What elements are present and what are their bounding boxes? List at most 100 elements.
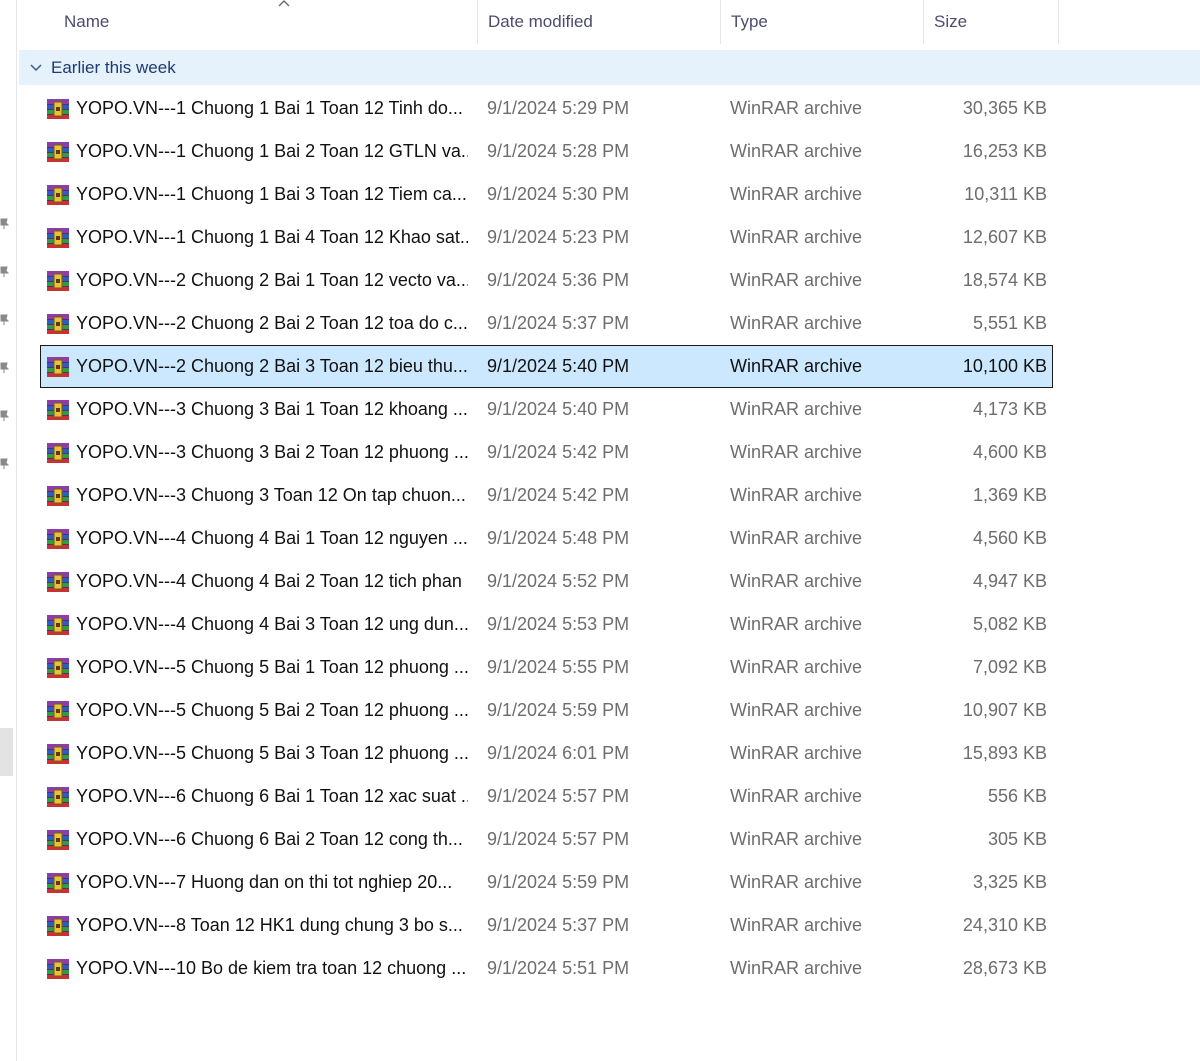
navigation-pane-edge: [0, 0, 17, 1061]
winrar-archive-icon: [46, 141, 70, 163]
winrar-archive-icon: [46, 915, 70, 937]
winrar-archive-icon: [46, 356, 70, 378]
file-type: WinRAR archive: [730, 829, 863, 849]
file-date-modified: 9/1/2024 5:36 PM: [487, 270, 630, 290]
file-size: 4,947 KB: [972, 571, 1047, 591]
group-header-earlier-this-week[interactable]: Earlier this week: [19, 50, 1200, 85]
file-date-modified: 9/1/2024 5:52 PM: [487, 571, 630, 591]
file-row[interactable]: YOPO.VN---3 Chuong 3 Bai 1 Toan 12 khoan…: [40, 388, 1053, 431]
file-type: WinRAR archive: [730, 958, 863, 978]
file-name: YOPO.VN---4 Chuong 4 Bai 2 Toan 12 tich …: [76, 571, 462, 591]
winrar-archive-icon: [46, 270, 70, 292]
file-name: YOPO.VN---3 Chuong 3 Bai 1 Toan 12 khoan…: [76, 399, 468, 419]
pin-icon[interactable]: [0, 409, 9, 421]
file-date-modified: 9/1/2024 5:28 PM: [487, 141, 630, 161]
file-name: YOPO.VN---5 Chuong 5 Bai 1 Toan 12 phuon…: [76, 657, 468, 677]
winrar-archive-icon: [46, 98, 70, 120]
file-row[interactable]: YOPO.VN---1 Chuong 1 Bai 3 Toan 12 Tiem …: [40, 173, 1053, 216]
file-type: WinRAR archive: [730, 313, 863, 333]
file-date-modified: 9/1/2024 5:51 PM: [487, 958, 630, 978]
file-size: 28,673 KB: [962, 958, 1047, 978]
file-row[interactable]: YOPO.VN---8 Toan 12 HK1 dung chung 3 bo …: [40, 904, 1053, 947]
file-size: 30,365 KB: [962, 98, 1047, 118]
file-date-modified: 9/1/2024 5:55 PM: [487, 657, 630, 677]
file-row[interactable]: YOPO.VN---1 Chuong 1 Bai 2 Toan 12 GTLN …: [40, 130, 1053, 173]
file-date-modified: 9/1/2024 5:40 PM: [487, 356, 630, 376]
file-row[interactable]: YOPO.VN---4 Chuong 4 Bai 2 Toan 12 tich …: [40, 560, 1053, 603]
file-type: WinRAR archive: [730, 915, 863, 935]
column-header-size[interactable]: Size: [924, 0, 1059, 44]
file-row[interactable]: YOPO.VN---1 Chuong 1 Bai 4 Toan 12 Khao …: [40, 216, 1053, 259]
file-date-modified: 9/1/2024 5:42 PM: [487, 442, 630, 462]
file-row[interactable]: YOPO.VN---2 Chuong 2 Bai 3 Toan 12 bieu …: [40, 345, 1053, 388]
file-row[interactable]: YOPO.VN---6 Chuong 6 Bai 2 Toan 12 cong …: [40, 818, 1053, 861]
file-name: YOPO.VN---4 Chuong 4 Bai 1 Toan 12 nguye…: [76, 528, 468, 548]
file-name: YOPO.VN---3 Chuong 3 Bai 2 Toan 12 phuon…: [76, 442, 468, 462]
file-row[interactable]: YOPO.VN---4 Chuong 4 Bai 1 Toan 12 nguye…: [40, 517, 1053, 560]
file-type: WinRAR archive: [730, 442, 863, 462]
file-size: 16,253 KB: [962, 141, 1047, 161]
file-row[interactable]: YOPO.VN---4 Chuong 4 Bai 3 Toan 12 ung d…: [40, 603, 1053, 646]
file-name: YOPO.VN---6 Chuong 6 Bai 2 Toan 12 cong …: [76, 829, 463, 849]
winrar-archive-icon: [46, 399, 70, 421]
file-size: 10,311 KB: [964, 184, 1047, 204]
file-row[interactable]: YOPO.VN---10 Bo de kiem tra toan 12 chuo…: [40, 947, 1053, 990]
file-type: WinRAR archive: [730, 657, 863, 677]
winrar-archive-icon: [46, 227, 70, 249]
file-row[interactable]: YOPO.VN---7 Huong dan on thi tot nghiep …: [40, 861, 1053, 904]
file-size: 4,173 KB: [972, 399, 1047, 419]
file-size: 12,607 KB: [962, 227, 1047, 247]
navigation-scrollbar-thumb[interactable]: [0, 728, 13, 776]
file-row[interactable]: YOPO.VN---5 Chuong 5 Bai 1 Toan 12 phuon…: [40, 646, 1053, 689]
file-name: YOPO.VN---5 Chuong 5 Bai 3 Toan 12 phuon…: [76, 743, 468, 763]
file-date-modified: 9/1/2024 5:23 PM: [487, 227, 630, 247]
file-row[interactable]: YOPO.VN---3 Chuong 3 Bai 2 Toan 12 phuon…: [40, 431, 1053, 474]
file-size: 7,092 KB: [972, 657, 1047, 677]
file-date-modified: 9/1/2024 6:01 PM: [487, 743, 630, 763]
file-size: 15,893 KB: [962, 743, 1047, 763]
pin-icon[interactable]: [0, 313, 9, 325]
winrar-archive-icon: [46, 313, 70, 335]
file-date-modified: 9/1/2024 5:53 PM: [487, 614, 630, 634]
winrar-archive-icon: [46, 958, 70, 980]
file-row[interactable]: YOPO.VN---2 Chuong 2 Bai 2 Toan 12 toa d…: [40, 302, 1053, 345]
file-row[interactable]: YOPO.VN---5 Chuong 5 Bai 2 Toan 12 phuon…: [40, 689, 1053, 732]
file-row[interactable]: YOPO.VN---2 Chuong 2 Bai 1 Toan 12 vecto…: [40, 259, 1053, 302]
file-type: WinRAR archive: [730, 227, 863, 247]
pin-icon[interactable]: [0, 265, 9, 277]
file-name: YOPO.VN---7 Huong dan on thi tot nghiep …: [76, 872, 453, 892]
file-row[interactable]: YOPO.VN---6 Chuong 6 Bai 1 Toan 12 xac s…: [40, 775, 1053, 818]
file-date-modified: 9/1/2024 5:42 PM: [487, 485, 630, 505]
pin-icon[interactable]: [0, 361, 9, 373]
file-date-modified: 9/1/2024 5:57 PM: [487, 786, 630, 806]
pin-icon[interactable]: [0, 457, 9, 469]
winrar-archive-icon: [46, 872, 70, 894]
file-name: YOPO.VN---2 Chuong 2 Bai 3 Toan 12 bieu …: [76, 356, 468, 376]
file-name: YOPO.VN---1 Chuong 1 Bai 1 Toan 12 Tinh …: [76, 98, 463, 118]
winrar-archive-icon: [46, 786, 70, 808]
winrar-archive-icon: [46, 614, 70, 636]
pin-icon[interactable]: [0, 217, 9, 229]
file-name: YOPO.VN---1 Chuong 1 Bai 3 Toan 12 Tiem …: [76, 184, 467, 204]
file-date-modified: 9/1/2024 5:48 PM: [487, 528, 630, 548]
file-date-modified: 9/1/2024 5:30 PM: [487, 184, 630, 204]
winrar-archive-icon: [46, 184, 70, 206]
file-type: WinRAR archive: [730, 700, 863, 720]
file-row[interactable]: YOPO.VN---1 Chuong 1 Bai 1 Toan 12 Tinh …: [40, 87, 1053, 130]
file-name: YOPO.VN---5 Chuong 5 Bai 2 Toan 12 phuon…: [76, 700, 468, 720]
file-type: WinRAR archive: [730, 614, 863, 634]
file-row[interactable]: YOPO.VN---3 Chuong 3 Toan 12 On tap chuo…: [40, 474, 1053, 517]
file-type: WinRAR archive: [730, 743, 863, 763]
file-date-modified: 9/1/2024 5:59 PM: [487, 872, 630, 892]
file-name: YOPO.VN---2 Chuong 2 Bai 1 Toan 12 vecto…: [76, 270, 468, 290]
file-row[interactable]: YOPO.VN---5 Chuong 5 Bai 3 Toan 12 phuon…: [40, 732, 1053, 775]
file-name: YOPO.VN---3 Chuong 3 Toan 12 On tap chuo…: [76, 485, 466, 505]
column-header-date-modified[interactable]: Date modified: [478, 0, 721, 44]
file-type: WinRAR archive: [730, 141, 863, 161]
file-size: 5,551 KB: [972, 313, 1047, 333]
chevron-down-icon[interactable]: [29, 60, 43, 74]
column-header-type[interactable]: Type: [721, 0, 924, 44]
file-name: YOPO.VN---8 Toan 12 HK1 dung chung 3 bo …: [76, 915, 463, 935]
column-header-name[interactable]: Name: [54, 0, 478, 44]
file-size: 305 KB: [987, 829, 1047, 849]
